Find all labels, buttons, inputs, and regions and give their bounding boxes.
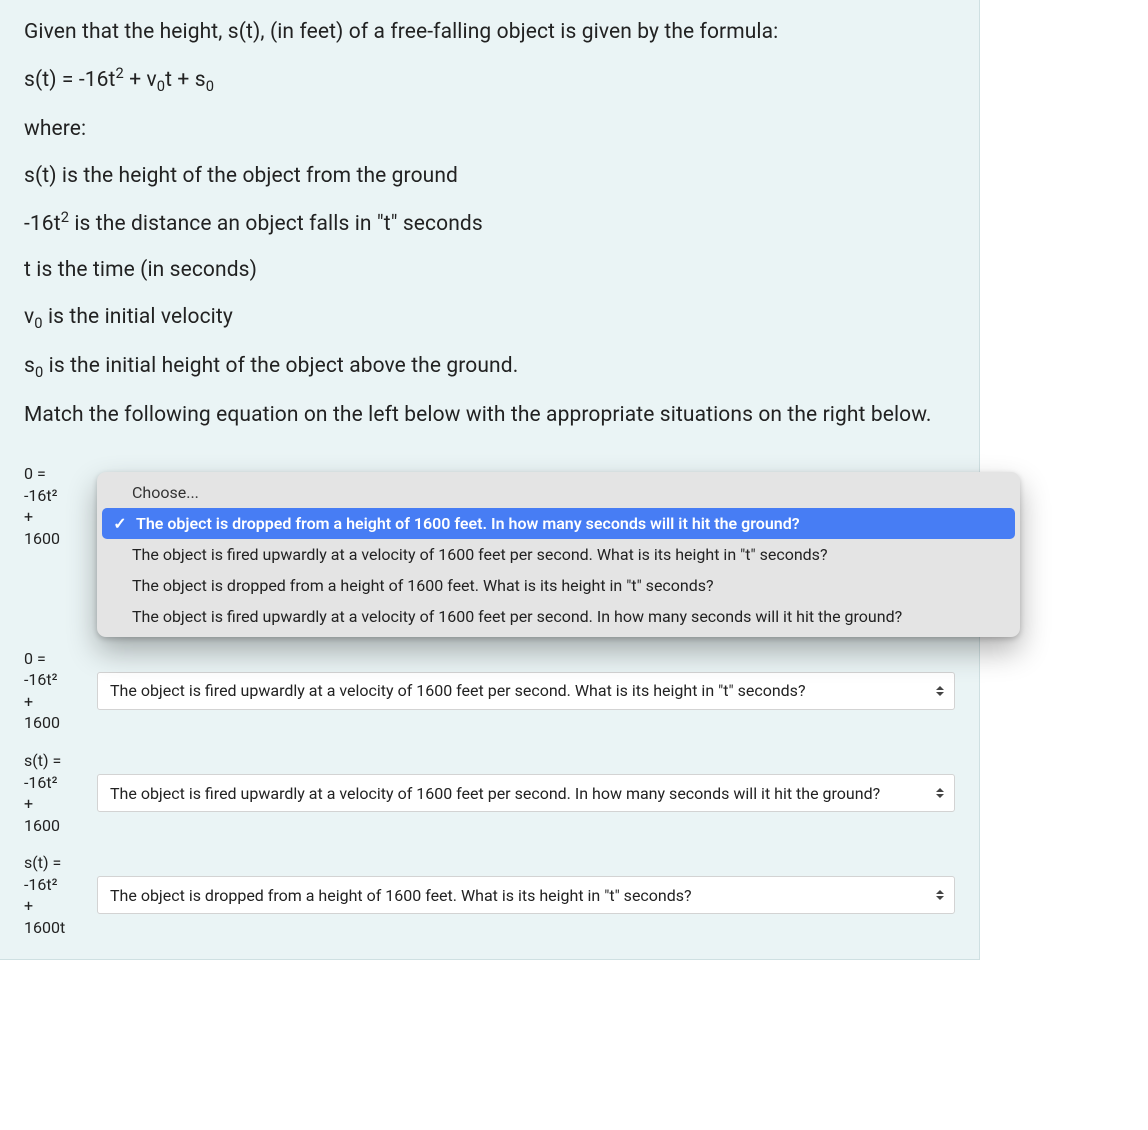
equation-label: s(t) = -16t² + 1600: [24, 750, 79, 836]
dropdown-option-label: Choose...: [132, 483, 199, 502]
matching-area: 0 = -16t² + 1600 Choose... ✓ The object …: [24, 463, 955, 939]
match-row: 0 = -16t² + 1600 Choose... ✓ The object …: [24, 463, 955, 549]
dropdown-selected-value: The object is dropped from a height of 1…: [110, 886, 692, 905]
chevron-updown-icon: [936, 788, 944, 798]
chevron-updown-icon: [936, 890, 944, 900]
dropdown-select[interactable]: The object is fired upwardly at a veloci…: [97, 672, 955, 710]
question-intro: Given that the height, s(t), (in feet) o…: [24, 18, 955, 46]
question-def-t: t is the time (in seconds): [24, 256, 955, 284]
chevron-updown-icon: [936, 686, 944, 696]
dropdown-option[interactable]: The object is dropped from a height of 1…: [102, 570, 1015, 601]
question-where-label: where:: [24, 115, 955, 143]
question-panel: Given that the height, s(t), (in feet) o…: [0, 0, 980, 960]
question-def-s0: s0 is the initial height of the object a…: [24, 352, 955, 383]
equation-label: 0 = -16t² + 1600: [24, 463, 79, 549]
question-instruction: Match the following equation on the left…: [24, 401, 955, 429]
dropdown-option[interactable]: The object is fired upwardly at a veloci…: [102, 601, 1015, 632]
dropdown-option-label: The object is fired upwardly at a veloci…: [132, 545, 828, 564]
dropdown-option-label: The object is dropped from a height of 1…: [132, 576, 714, 595]
dropdown-select[interactable]: The object is dropped from a height of 1…: [97, 876, 955, 914]
question-def-s: s(t) is the height of the object from th…: [24, 162, 955, 190]
match-row: s(t) = -16t² + 1600 The object is fired …: [24, 750, 955, 836]
dropdown-selected-value: The object is fired upwardly at a veloci…: [110, 681, 806, 700]
question-def-16t2: -16t2 is the distance an object falls in…: [24, 208, 955, 238]
dropdown-option-label: The object is fired upwardly at a veloci…: [132, 607, 902, 626]
dropdown-select[interactable]: The object is fired upwardly at a veloci…: [97, 774, 955, 812]
equation-label: 0 = -16t² + 1600: [24, 648, 79, 734]
dropdown-selected-value: The object is fired upwardly at a veloci…: [110, 784, 880, 803]
dropdown-option-selected[interactable]: ✓ The object is dropped from a height of…: [102, 508, 1015, 539]
match-row: s(t) = -16t² + 1600t The object is dropp…: [24, 852, 955, 938]
check-icon: ✓: [112, 514, 128, 533]
question-formula: s(t) = -16t2 + v0t + s0: [24, 64, 955, 97]
dropdown-option-label: The object is dropped from a height of 1…: [136, 514, 800, 533]
equation-label: s(t) = -16t² + 1600t: [24, 852, 79, 938]
question-text: Given that the height, s(t), (in feet) o…: [24, 18, 955, 429]
dropdown-menu[interactable]: Choose... ✓ The object is dropped from a…: [97, 472, 1020, 637]
question-def-v0: v0 is the initial velocity: [24, 303, 955, 334]
dropdown-option-placeholder[interactable]: Choose...: [102, 477, 1015, 508]
match-row: 0 = -16t² + 1600 The object is fired upw…: [24, 648, 955, 734]
dropdown-option[interactable]: The object is fired upwardly at a veloci…: [102, 539, 1015, 570]
